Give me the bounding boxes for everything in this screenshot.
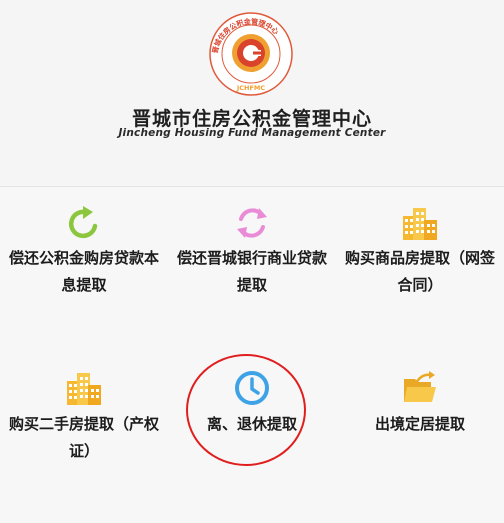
annotation-circle: [186, 354, 306, 466]
folder-icon: [404, 371, 436, 402]
buildings-icon: [403, 208, 437, 240]
service-label: 偿还公积金购房贷款本息提取: [8, 249, 159, 294]
logo-abbr: JCHFMC: [236, 84, 266, 92]
buildings-icon: [67, 373, 101, 405]
org-logo: 晋城住房公积金管理中心 JCHFMC: [209, 12, 293, 96]
service-tile-loan-repay[interactable]: 偿还公积金购房贷款本息提取: [0, 187, 168, 355]
service-label: 购买二手房提取（产权证）: [8, 415, 159, 460]
service-label: 出境定居提取: [374, 415, 465, 433]
service-tile-new-house[interactable]: 购买商品房提取（网签合同）: [336, 187, 504, 355]
org-header: 晋城住房公积金管理中心 JCHFMC 晋城市住房公积金管理中心 Jincheng…: [0, 0, 504, 186]
service-tile-bank-loan-repay[interactable]: 偿还晋城银行商业贷款提取: [168, 187, 336, 355]
service-tile-second-hand-house[interactable]: 购买二手房提取（产权证）: [0, 355, 168, 523]
service-label: 偿还晋城银行商业贷款提取: [176, 249, 327, 294]
refresh-icon: [68, 206, 98, 239]
service-label: 购买商品房提取（网签合同）: [344, 249, 495, 294]
org-name-en: Jincheng Housing Fund Management Center: [118, 127, 386, 139]
service-tile-emigration[interactable]: 出境定居提取: [336, 355, 504, 523]
sync-icon: [237, 208, 267, 238]
